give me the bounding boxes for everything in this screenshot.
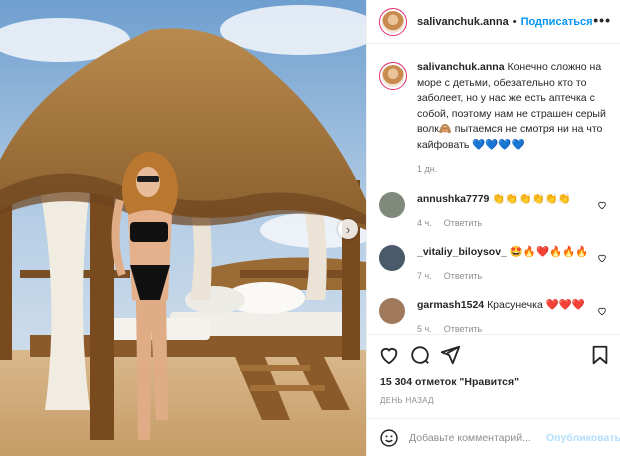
author-username[interactable]: salivanchuk.anna [417, 16, 509, 28]
commenter-avatar[interactable] [379, 244, 405, 271]
comment-item: garmash1524 Красунечка ❤️❤️❤️ 5 ч. Ответи… [379, 297, 609, 335]
like-heart-icon[interactable] [378, 344, 400, 366]
reply-button[interactable]: Ответить [444, 324, 482, 334]
follow-button[interactable]: Подписаться [521, 16, 593, 28]
beach-gazebo-photo [0, 0, 366, 456]
commenter-avatar[interactable] [379, 191, 405, 218]
reply-button[interactable]: Ответить [444, 271, 482, 281]
comment-text: Красунечка ❤️❤️❤️ [487, 298, 585, 311]
caption-author-avatar[interactable] [379, 62, 407, 90]
caption-timestamp[interactable]: 1 дн. [417, 162, 609, 178]
like-comment-heart-icon[interactable] [597, 306, 607, 316]
post-date[interactable]: ДЕНЬ НАЗАД [380, 396, 434, 405]
post-panel: salivanchuk.anna • Подписаться ••• saliv… [366, 0, 620, 456]
comment-time[interactable]: 4 ч. [417, 218, 432, 228]
comment-username[interactable]: annushka7779 [417, 193, 489, 205]
comment-icon[interactable] [409, 344, 431, 366]
share-icon[interactable] [439, 344, 461, 366]
commenter-avatar[interactable] [379, 297, 405, 324]
caption-username[interactable]: salivanchuk.anna [417, 61, 505, 73]
comment-username[interactable]: garmash1524 [417, 299, 484, 311]
separator-dot: • [512, 15, 517, 28]
comment-time[interactable]: 5 ч. [417, 324, 432, 334]
post-actions [367, 334, 620, 374]
reply-button[interactable]: Ответить [444, 218, 482, 228]
next-photo-button[interactable]: › [338, 219, 358, 239]
add-comment-bar: Опубликовать [367, 418, 620, 456]
comment-item: annushka7779 👏👏👏👏👏👏 4 ч. Ответить [379, 191, 609, 231]
caption-text: Конечно сложно на море с детьми, обезате… [417, 61, 606, 151]
like-comment-heart-icon[interactable] [597, 253, 607, 263]
more-options-icon[interactable]: ••• [593, 12, 611, 28]
comment-time[interactable]: 7 ч. [417, 271, 432, 281]
likes-count[interactable]: 15 304 отметок "Нравится" [380, 376, 519, 388]
comment-input[interactable] [409, 431, 545, 444]
save-bookmark-icon[interactable] [589, 344, 611, 366]
comment-text: 🤩🔥❤️🔥🔥🔥 [509, 245, 589, 258]
post-header: salivanchuk.anna • Подписаться ••• [367, 0, 620, 44]
emoji-smile-icon[interactable] [379, 428, 399, 448]
comment-text: 👏👏👏👏👏👏 [492, 192, 571, 205]
publish-button[interactable]: Опубликовать [546, 432, 620, 444]
author-avatar[interactable] [379, 7, 407, 36]
comment-item: _vitaliy_biloysov_ 🤩🔥❤️🔥🔥🔥 7 ч. Ответить [379, 244, 609, 284]
comments-list[interactable]: salivanchuk.anna Конечно сложно на море … [367, 44, 620, 334]
caption-hearts: 💙💙💙💙 [472, 138, 525, 151]
post-caption: salivanchuk.anna Конечно сложно на море … [379, 60, 609, 178]
like-comment-heart-icon[interactable] [597, 200, 607, 210]
comment-username[interactable]: _vitaliy_biloysov_ [417, 246, 507, 258]
post-photo[interactable]: › [0, 0, 366, 456]
